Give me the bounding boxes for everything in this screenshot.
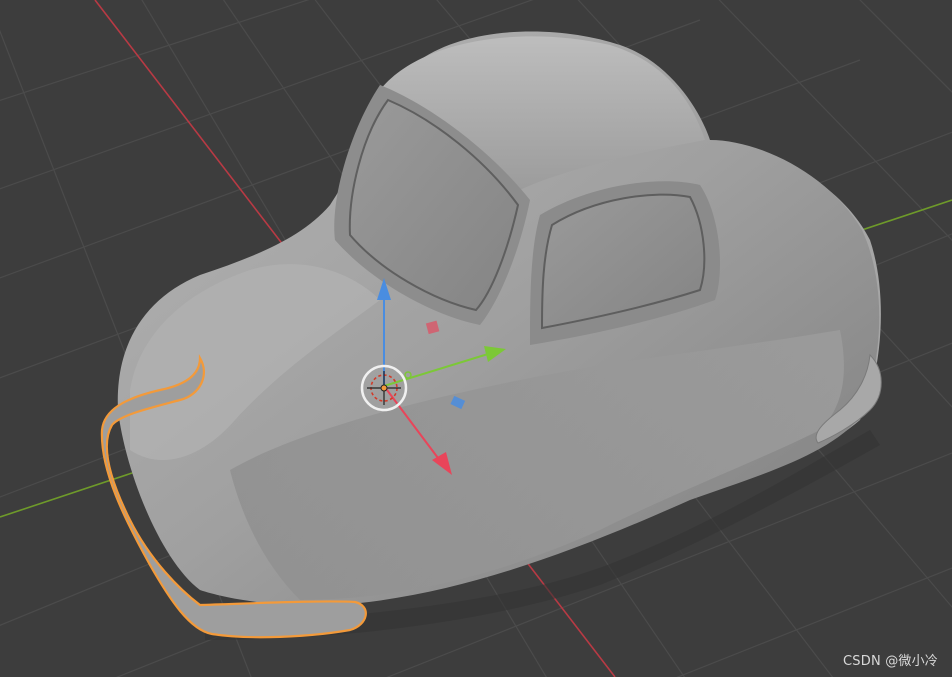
3d-viewport[interactable]: CSDN @微小冷	[0, 0, 952, 677]
origin-point	[380, 384, 388, 392]
viewport-canvas[interactable]	[0, 0, 952, 677]
car-mesh[interactable]	[100, 31, 882, 640]
watermark-text: CSDN @微小冷	[843, 654, 938, 669]
